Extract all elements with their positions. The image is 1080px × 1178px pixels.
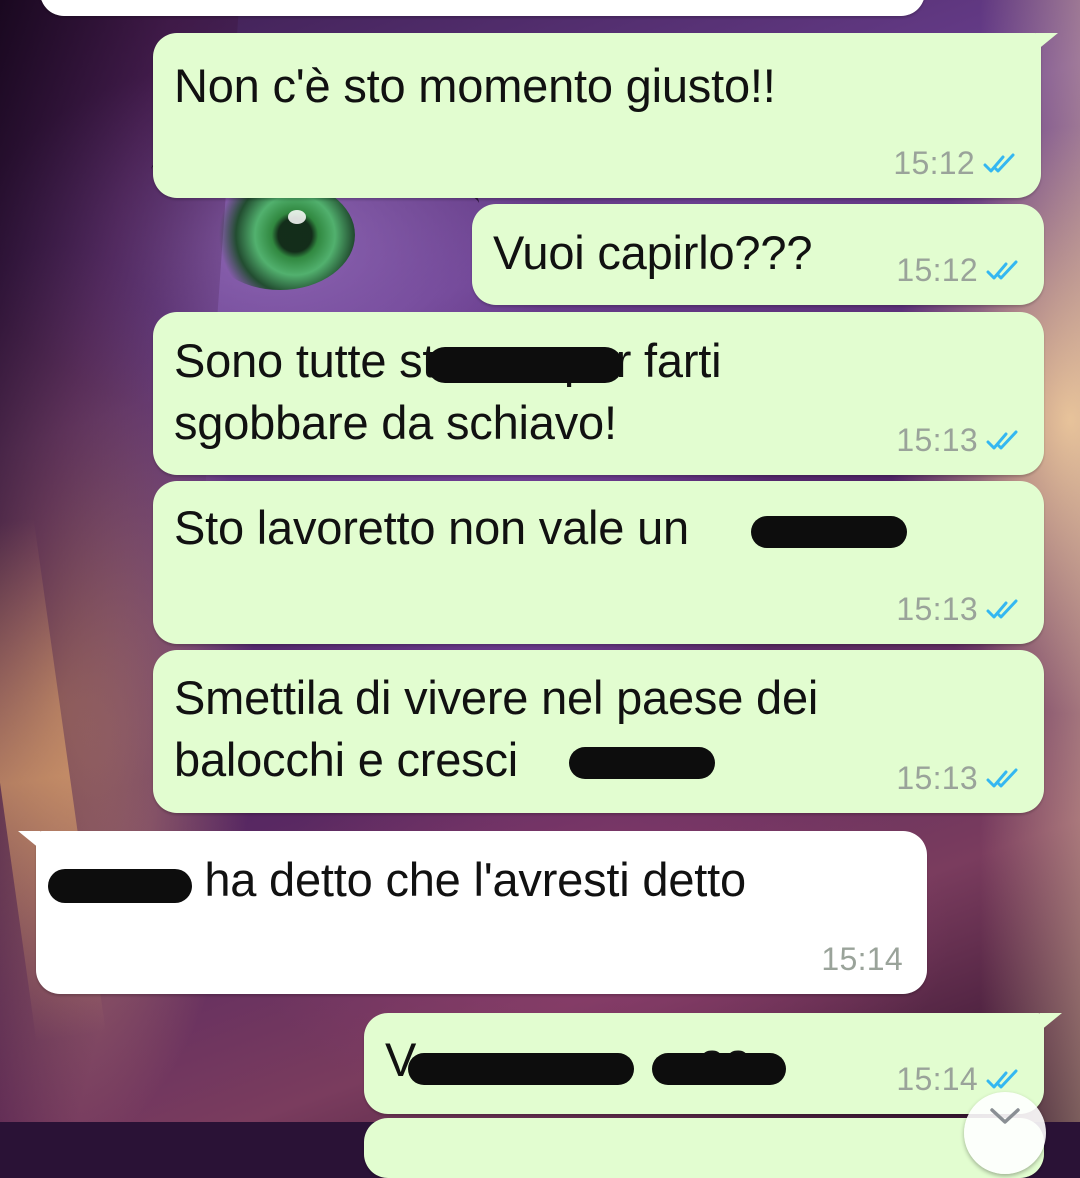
message-meta: 15:13: [896, 760, 1022, 797]
message-time: 15:13: [896, 591, 978, 627]
message-bubble[interactable]: Vuoi capirlo??? 15:12: [472, 204, 1044, 305]
message-bubble-partial-top[interactable]: [40, 0, 925, 16]
message-meta: 15:14: [821, 941, 903, 978]
message-text: Non c'è sto momento giusto!!: [174, 59, 776, 112]
message-text: Smettila di vivere nel paese dei balocch…: [174, 671, 819, 786]
redaction-mark: [652, 1053, 786, 1085]
redaction-mark: [427, 347, 623, 383]
message-text: Vuoi capirlo???: [493, 226, 813, 279]
message-time: 15:13: [896, 422, 978, 458]
message-meta: 15:13: [896, 591, 1022, 628]
redaction-mark: [751, 516, 907, 548]
bubble-tail: [18, 831, 40, 849]
message-bubble[interactable]: V aa 15:14: [364, 1013, 1044, 1114]
message-bubble-partial-bottom[interactable]: [364, 1118, 1044, 1178]
redaction-mark: [569, 747, 715, 779]
chevron-down-icon: [990, 1108, 1020, 1124]
message-bubble[interactable]: Sono tutte st per farti sgobbare da schi…: [153, 312, 1044, 475]
bubble-tail: [1036, 33, 1058, 51]
message-bubble[interactable]: Smettila di vivere nel paese dei balocch…: [153, 650, 1044, 813]
redaction-mark: [408, 1053, 634, 1085]
read-ticks-icon: [986, 430, 1018, 449]
message-meta: 15:13: [896, 422, 1022, 459]
message-bubble[interactable]: Sto lavoretto non vale un 15:13: [153, 481, 1044, 644]
message-text: Sto lavoretto non vale un: [174, 501, 689, 554]
message-time: 15:12: [896, 252, 978, 288]
read-ticks-icon: [986, 260, 1018, 279]
scroll-to-bottom-button[interactable]: [964, 1092, 1046, 1174]
read-ticks-icon: [986, 599, 1018, 618]
message-bubble[interactable]: Non c'è sto momento giusto!! 15:12: [153, 33, 1041, 198]
redaction-mark: [48, 869, 192, 903]
message-time: 15:12: [893, 145, 975, 181]
message-meta: 15:12: [896, 252, 1022, 289]
read-ticks-icon: [986, 768, 1018, 787]
message-time: 15:14: [896, 1061, 978, 1097]
message-bubble-incoming[interactable]: ha detto che l'avresti detto 15:14: [36, 831, 927, 994]
message-time: 15:14: [821, 941, 903, 977]
message-time: 15:13: [896, 760, 978, 796]
message-meta: 15:12: [893, 145, 1019, 182]
wallpaper-eye-glint: [288, 210, 306, 224]
read-ticks-icon: [983, 153, 1015, 172]
bubble-tail: [1040, 1013, 1062, 1031]
read-ticks-icon: [986, 1069, 1018, 1088]
